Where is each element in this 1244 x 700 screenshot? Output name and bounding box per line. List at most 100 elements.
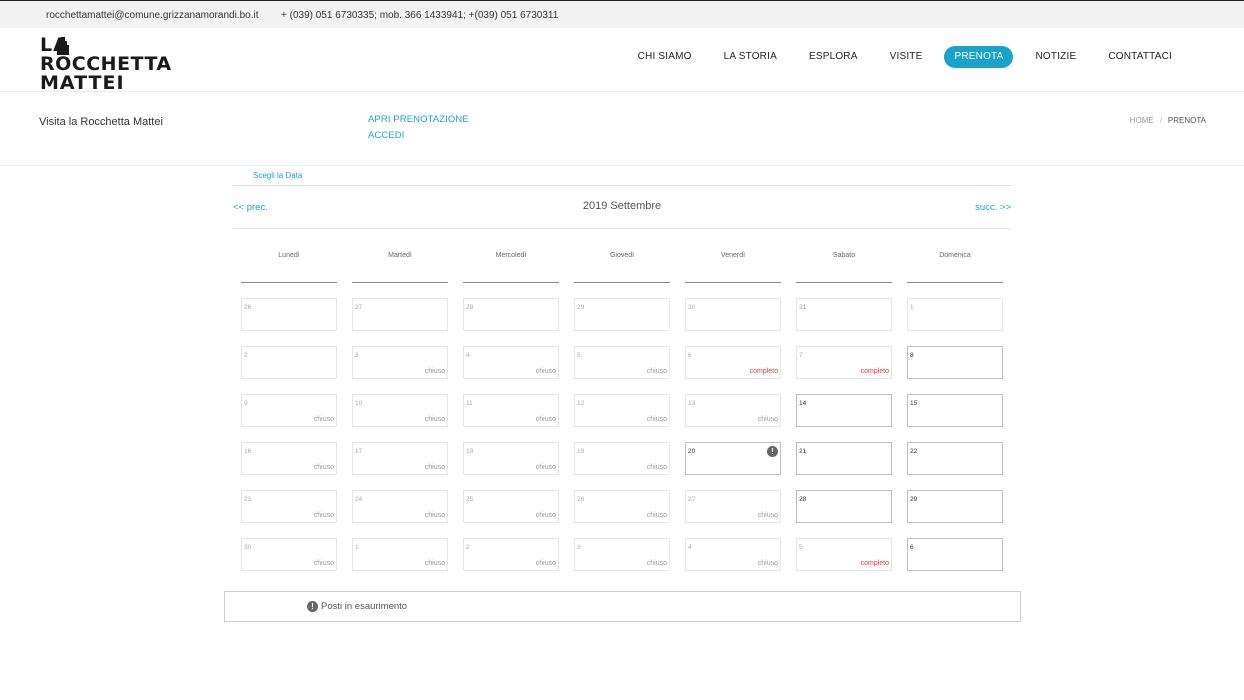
calendar-day-cell: 6 completo xyxy=(685,346,781,379)
day-status: completo xyxy=(860,560,889,567)
calendar-day-cell: 5 completo xyxy=(796,538,892,571)
day-status: chiuso xyxy=(313,560,334,567)
calendar-day-cell[interactable]: 15 xyxy=(907,394,1003,427)
calendar-day-cell[interactable]: 22 xyxy=(907,442,1003,475)
day-number: 31 xyxy=(799,304,807,311)
nav-item-esplora[interactable]: ESPLORA xyxy=(799,46,868,68)
choose-date-tab[interactable]: Scegli la Data xyxy=(253,171,302,180)
calendar-day-cell: 17 chiuso xyxy=(352,442,448,475)
day-number: 7 xyxy=(799,352,803,359)
day-number: 18 xyxy=(466,448,474,455)
day-number: 15 xyxy=(910,400,918,407)
calendar-day-cell: 3 chiuso xyxy=(352,346,448,379)
nav-item-chi-siamo[interactable]: CHI SIAMO xyxy=(628,46,702,68)
nav-item-notizie[interactable]: NOTIZIE xyxy=(1025,46,1086,68)
day-number: 28 xyxy=(799,496,807,503)
day-number: 11 xyxy=(466,400,473,407)
calendar-day-cell: 9 chiuso xyxy=(241,394,337,427)
calendar-day-cell: 23 chiuso xyxy=(241,490,337,523)
day-status: chiuso xyxy=(757,560,778,567)
day-status: chiuso xyxy=(646,560,667,567)
calendar-day-cell: 29 xyxy=(574,298,670,331)
calendar-day-cell[interactable]: 28 xyxy=(796,490,892,523)
nav-item-la-storia[interactable]: LA STORIA xyxy=(714,46,787,68)
day-status: completo xyxy=(749,368,778,375)
calendar-day-cell: 10 chiuso xyxy=(352,394,448,427)
calendar-day-cell: 24 chiuso xyxy=(352,490,448,523)
calendar-day-cell[interactable]: 8 xyxy=(907,346,1003,379)
weekday-header: Mercoledì xyxy=(463,251,559,283)
day-status: chiuso xyxy=(535,512,556,519)
day-number: 17 xyxy=(355,448,363,455)
day-number: 9 xyxy=(244,400,248,407)
page-title: Visita la Rocchetta Mattei xyxy=(39,116,163,128)
warning-icon: ! xyxy=(767,446,778,457)
open-booking-link[interactable]: APRI PRENOTAZIONE xyxy=(368,114,469,125)
breadcrumb-home[interactable]: HOME xyxy=(1130,116,1154,125)
calendar-day-cell: 7 completo xyxy=(796,346,892,379)
login-link[interactable]: ACCEDI xyxy=(368,130,469,141)
calendar-day-cell[interactable]: 29 xyxy=(907,490,1003,523)
day-number: 26 xyxy=(577,496,585,503)
day-status: chiuso xyxy=(646,416,667,423)
day-number: 30 xyxy=(244,544,252,551)
nav-item-visite[interactable]: VISITE xyxy=(880,46,933,68)
calendar-day-cell[interactable]: 21 xyxy=(796,442,892,475)
calendar-day-cell: 19 chiuso xyxy=(574,442,670,475)
calendar-day-cell[interactable]: 20! xyxy=(685,442,781,475)
weekday-header: Martedì xyxy=(352,251,448,283)
legend-item: ! Posti in esaurimento xyxy=(307,601,407,612)
day-number: 13 xyxy=(688,400,696,407)
day-number: 6 xyxy=(910,544,914,551)
site-logo[interactable]: LA ROCCHETTA MATTEI xyxy=(40,36,185,93)
calendar-day-cell[interactable]: 14 xyxy=(796,394,892,427)
day-status: chiuso xyxy=(757,512,778,519)
day-number: 10 xyxy=(355,400,363,407)
day-number: 22 xyxy=(910,448,918,455)
day-status: chiuso xyxy=(424,464,445,471)
weekday-header: Sabato xyxy=(796,251,892,283)
day-status: completo xyxy=(860,368,889,375)
calendar-day-cell: 30 xyxy=(685,298,781,331)
weekday-header: Venerdì xyxy=(685,251,781,283)
contact-email[interactable]: rocchettamattei@comune.grizzanamorandi.b… xyxy=(46,10,258,21)
calendar-day-cell: 4 chiuso xyxy=(685,538,781,571)
nav-item-prenota[interactable]: PRENOTA xyxy=(944,46,1014,68)
weekday-header: Domenica xyxy=(907,251,1003,283)
day-status: chiuso xyxy=(535,416,556,423)
day-number: 4 xyxy=(688,544,692,551)
calendar-day-cell: 16 chiuso xyxy=(241,442,337,475)
calendar-day-cell: 26 xyxy=(241,298,337,331)
day-number: 26 xyxy=(244,304,252,311)
calendar-day-cell: 2 xyxy=(241,346,337,379)
nav-item-contattaci[interactable]: CONTATTACI xyxy=(1098,46,1182,68)
calendar-legend: ! Posti in esaurimento xyxy=(224,591,1021,622)
calendar-day-cell: 11 chiuso xyxy=(463,394,559,427)
page-subheader: Visita la Rocchetta Mattei APRI PRENOTAZ… xyxy=(0,92,1244,166)
calendar-day-cell: 2 chiuso xyxy=(463,538,559,571)
day-status: chiuso xyxy=(646,464,667,471)
day-number: 27 xyxy=(355,304,363,311)
calendar-day-cell: 18 chiuso xyxy=(463,442,559,475)
breadcrumb-separator: / xyxy=(1159,116,1162,125)
day-number: 2 xyxy=(466,544,470,551)
day-number: 16 xyxy=(244,448,252,455)
top-contact-bar: rocchettamattei@comune.grizzanamorandi.b… xyxy=(0,0,1244,28)
day-number: 29 xyxy=(577,304,585,311)
calendar-day-cell[interactable]: 6 xyxy=(907,538,1003,571)
warning-icon: ! xyxy=(307,601,318,612)
day-number: 27 xyxy=(688,496,696,503)
day-number: 1 xyxy=(355,544,359,551)
day-number: 4 xyxy=(466,352,470,359)
day-number: 23 xyxy=(244,496,252,503)
day-status: chiuso xyxy=(424,368,445,375)
day-number: 1 xyxy=(910,304,914,311)
calendar-day-cell: 30 chiuso xyxy=(241,538,337,571)
day-status: chiuso xyxy=(757,416,778,423)
day-number: 3 xyxy=(355,352,359,359)
site-header: LA ROCCHETTA MATTEI CHI SIAMO LA STORIA ES… xyxy=(0,28,1244,93)
day-number: 24 xyxy=(355,496,363,503)
next-month-link[interactable]: succ. >> xyxy=(975,202,1011,213)
day-number: 19 xyxy=(577,448,585,455)
day-number: 28 xyxy=(466,304,474,311)
